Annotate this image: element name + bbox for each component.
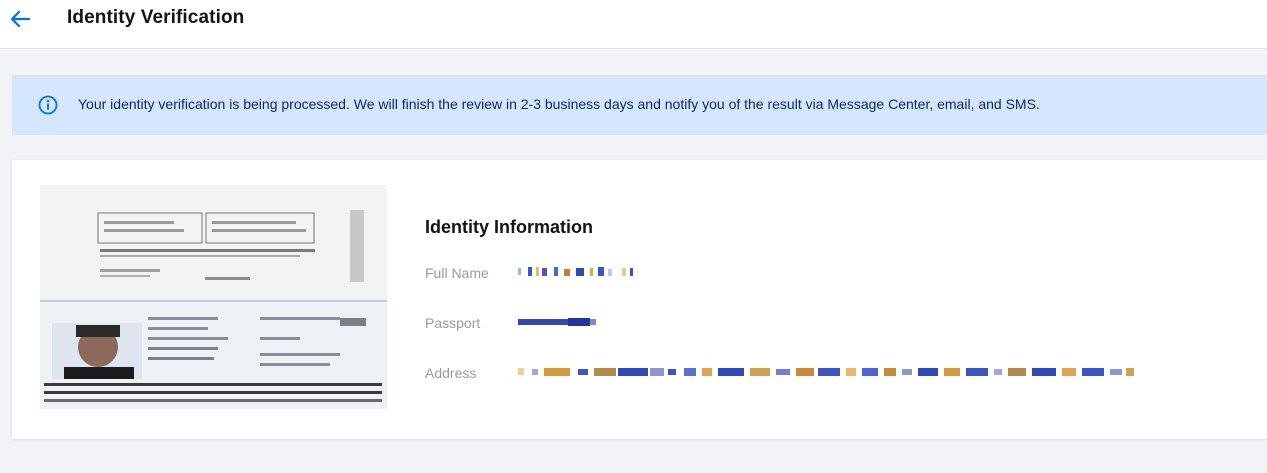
address-value-redacted [518,368,1134,376]
full-name-value-redacted [518,267,633,276]
page-title: Identity Verification [67,7,245,28]
passport-label: Passport [425,315,481,331]
identity-section-title: Identity Information [425,217,593,237]
passport-value-redacted [518,318,596,326]
full-name-label: Full Name [425,265,489,281]
processing-notice: Your identity verification is being proc… [12,75,1267,135]
address-label: Address [425,365,477,381]
back-arrow-icon[interactable] [8,6,34,32]
top-bar: Identity Verification [0,0,1267,49]
notice-message: Your identity verification is being proc… [78,96,1040,112]
info-icon [38,95,58,115]
identity-card: Identity Information Full Name Passport … [12,160,1267,439]
passport-image [40,185,387,409]
